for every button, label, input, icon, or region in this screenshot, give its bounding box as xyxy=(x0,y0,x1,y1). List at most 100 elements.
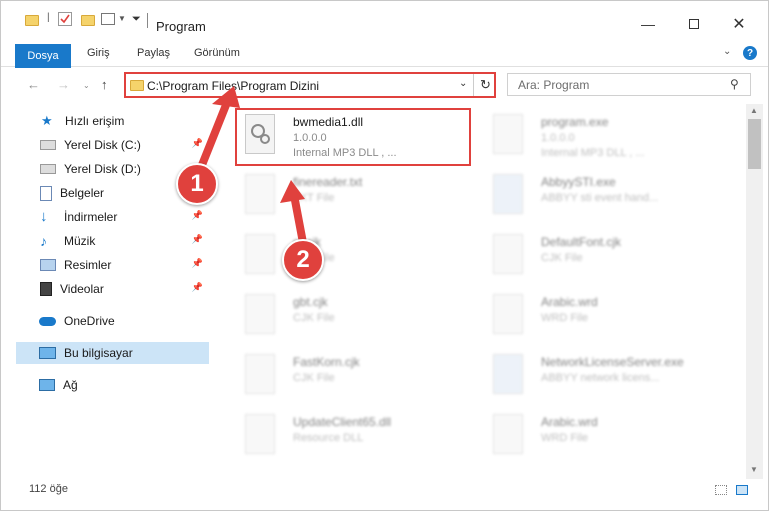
new-folder-icon[interactable] xyxy=(81,15,95,26)
up-arrow-icon[interactable]: ↑ xyxy=(101,77,108,92)
file-item[interactable]: ot.cjk CJK File xyxy=(235,228,485,286)
customize-icon[interactable] xyxy=(101,13,115,25)
star-icon: ★ xyxy=(41,113,53,128)
title-bar: | ▼ ⏷ Program — ✕ xyxy=(1,1,768,41)
pin-icon[interactable]: 📌 xyxy=(192,138,203,149)
tab-paylas[interactable]: Paylaş xyxy=(137,47,170,59)
window-title: Program xyxy=(156,19,206,34)
file-item[interactable]: finereader.txt TXT File xyxy=(235,168,485,226)
annotation-badge-2: 2 xyxy=(282,239,324,281)
maximize-button[interactable] xyxy=(679,11,709,37)
properties-icon[interactable] xyxy=(58,12,72,26)
search-field[interactable]: Ara: Program ⚲ xyxy=(507,73,751,96)
status-bar: 112 öğe xyxy=(1,479,768,511)
file-type: CJK File xyxy=(293,372,335,384)
sidebar-item-muzik[interactable]: ♪ Müzik 📌 xyxy=(16,230,209,252)
sidebar-item-onedrive[interactable]: OneDrive xyxy=(1,310,194,332)
dll-gear-icon xyxy=(245,414,275,454)
tab-giris[interactable]: Giriş xyxy=(87,47,110,59)
pin-icon[interactable]: 📌 xyxy=(192,210,203,221)
sidebar-item-hizli-erisim[interactable]: ★ Hızlı erişim xyxy=(1,110,194,132)
download-icon: ↓ xyxy=(40,208,48,225)
file-type: CJK File xyxy=(541,252,583,264)
file-item[interactable]: NetworkLicenseServer.exe ABBYY network l… xyxy=(483,348,733,406)
address-dropdown-icon[interactable]: ⌄ xyxy=(459,78,467,89)
forward-arrow-icon[interactable]: → xyxy=(57,77,70,92)
details-view-icon[interactable] xyxy=(715,485,727,495)
drive-icon xyxy=(40,140,56,150)
sidebar-item-resimler[interactable]: Resimler 📌 xyxy=(16,254,209,276)
sidebar-item-label: Ağ xyxy=(63,378,78,392)
file-type: CJK File xyxy=(293,312,335,324)
file-name: finereader.txt xyxy=(293,175,363,189)
music-icon: ♪ xyxy=(40,233,47,249)
sidebar-item-bu-bilgisayar[interactable]: Bu bilgisayar xyxy=(16,342,209,364)
file-icon xyxy=(245,234,275,274)
tab-gorunum[interactable]: Görünüm xyxy=(194,47,240,59)
file-name: DefaultFont.cjk xyxy=(541,235,622,249)
computer-icon xyxy=(39,347,56,359)
file-item[interactable]: Arabic.wrd WRD File xyxy=(483,288,733,346)
ribbon-tabs: Dosya Giriş Paylaş Görünüm ⌄ ? xyxy=(1,41,768,68)
file-item[interactable]: AbbyySTI.exe ABBYY sti event hand... xyxy=(483,168,733,226)
vertical-scrollbar[interactable]: ▲ ▼ xyxy=(746,104,763,479)
tab-dosya[interactable]: Dosya xyxy=(15,44,71,68)
file-type: WRD File xyxy=(541,312,589,324)
file-item[interactable]: DefaultFont.cjk CJK File xyxy=(483,228,733,286)
pin-icon[interactable]: 📌 xyxy=(192,258,203,269)
sidebar-item-videolar[interactable]: Videolar 📌 xyxy=(16,278,209,300)
file-name: program.exe xyxy=(541,115,609,129)
sidebar-item-label: İndirmeler xyxy=(64,210,118,224)
file-item[interactable]: FastKorn.cjk CJK File xyxy=(235,348,485,406)
back-arrow-icon[interactable]: ← xyxy=(27,77,40,92)
file-description: Internal MP3 DLL , ... xyxy=(541,147,645,159)
file-icon xyxy=(493,234,523,274)
file-item[interactable]: UpdateClient65.dll Resource DLL xyxy=(235,408,485,466)
search-icon[interactable]: ⚲ xyxy=(730,77,739,91)
pin-icon[interactable]: 📌 xyxy=(192,282,203,293)
file-name: gbt.cjk xyxy=(293,295,328,309)
address-path[interactable]: C:\Program Files\Program Dizini xyxy=(147,79,319,93)
quick-access-menu-icon[interactable]: ⏷ xyxy=(132,13,141,26)
file-item[interactable]: gbt.cjk CJK File xyxy=(235,288,485,346)
separator: | xyxy=(47,12,50,23)
address-bar[interactable]: C:\Program Files\Program Dizini ⌄ ↻ xyxy=(124,72,496,98)
scroll-up-icon[interactable]: ▲ xyxy=(750,106,758,115)
sidebar-item-indirmeler[interactable]: ↓ İndirmeler 📌 xyxy=(16,206,209,228)
chevron-down-icon[interactable]: ▼ xyxy=(118,14,126,23)
navigation-pane: ★ Hızlı erişim Yerel Disk (C:) 📌 Yerel D… xyxy=(1,104,209,474)
network-icon xyxy=(39,379,55,391)
sidebar-item-label: Videolar xyxy=(60,282,104,296)
sidebar-item-yerel-disk-c[interactable]: Yerel Disk (C:) 📌 xyxy=(16,134,209,156)
close-button[interactable]: ✕ xyxy=(724,11,754,37)
recent-locations-icon[interactable]: ⌄ xyxy=(83,81,90,90)
sidebar-item-ag[interactable]: Ağ xyxy=(1,374,194,396)
explorer-window: | ▼ ⏷ Program — ✕ Dosya Giriş Paylaş Gör… xyxy=(0,0,769,511)
document-icon xyxy=(40,185,52,201)
file-icon xyxy=(245,294,275,334)
file-name: AbbyySTI.exe xyxy=(541,175,616,189)
text-file-icon xyxy=(245,174,275,214)
pin-icon[interactable]: 📌 xyxy=(192,234,203,245)
exe-icon xyxy=(493,174,523,214)
file-type: Resource DLL xyxy=(293,432,364,444)
search-placeholder: Ara: Program xyxy=(518,78,590,92)
file-item[interactable]: program.exe 1.0.0.0 Internal MP3 DLL , .… xyxy=(483,108,733,166)
file-item[interactable]: Arabic.wrd WRD File xyxy=(483,408,733,466)
file-name: FastKorn.cjk xyxy=(293,355,360,369)
help-icon[interactable]: ? xyxy=(743,46,757,60)
tiles-view-icon[interactable] xyxy=(736,485,748,495)
file-icon xyxy=(493,414,523,454)
minimize-button[interactable]: — xyxy=(633,11,663,37)
refresh-icon[interactable]: ↻ xyxy=(480,77,491,93)
file-icon xyxy=(245,354,275,394)
folder-icon xyxy=(25,15,39,26)
scroll-down-icon[interactable]: ▼ xyxy=(750,465,758,474)
exe-icon xyxy=(493,354,523,394)
scrollbar-thumb[interactable] xyxy=(748,119,761,169)
sidebar-item-label: Hızlı erişim xyxy=(65,114,125,128)
video-icon xyxy=(40,282,52,296)
sidebar-item-label: Resimler xyxy=(64,258,112,272)
expand-ribbon-icon[interactable]: ⌄ xyxy=(723,46,731,57)
divider xyxy=(147,13,148,28)
